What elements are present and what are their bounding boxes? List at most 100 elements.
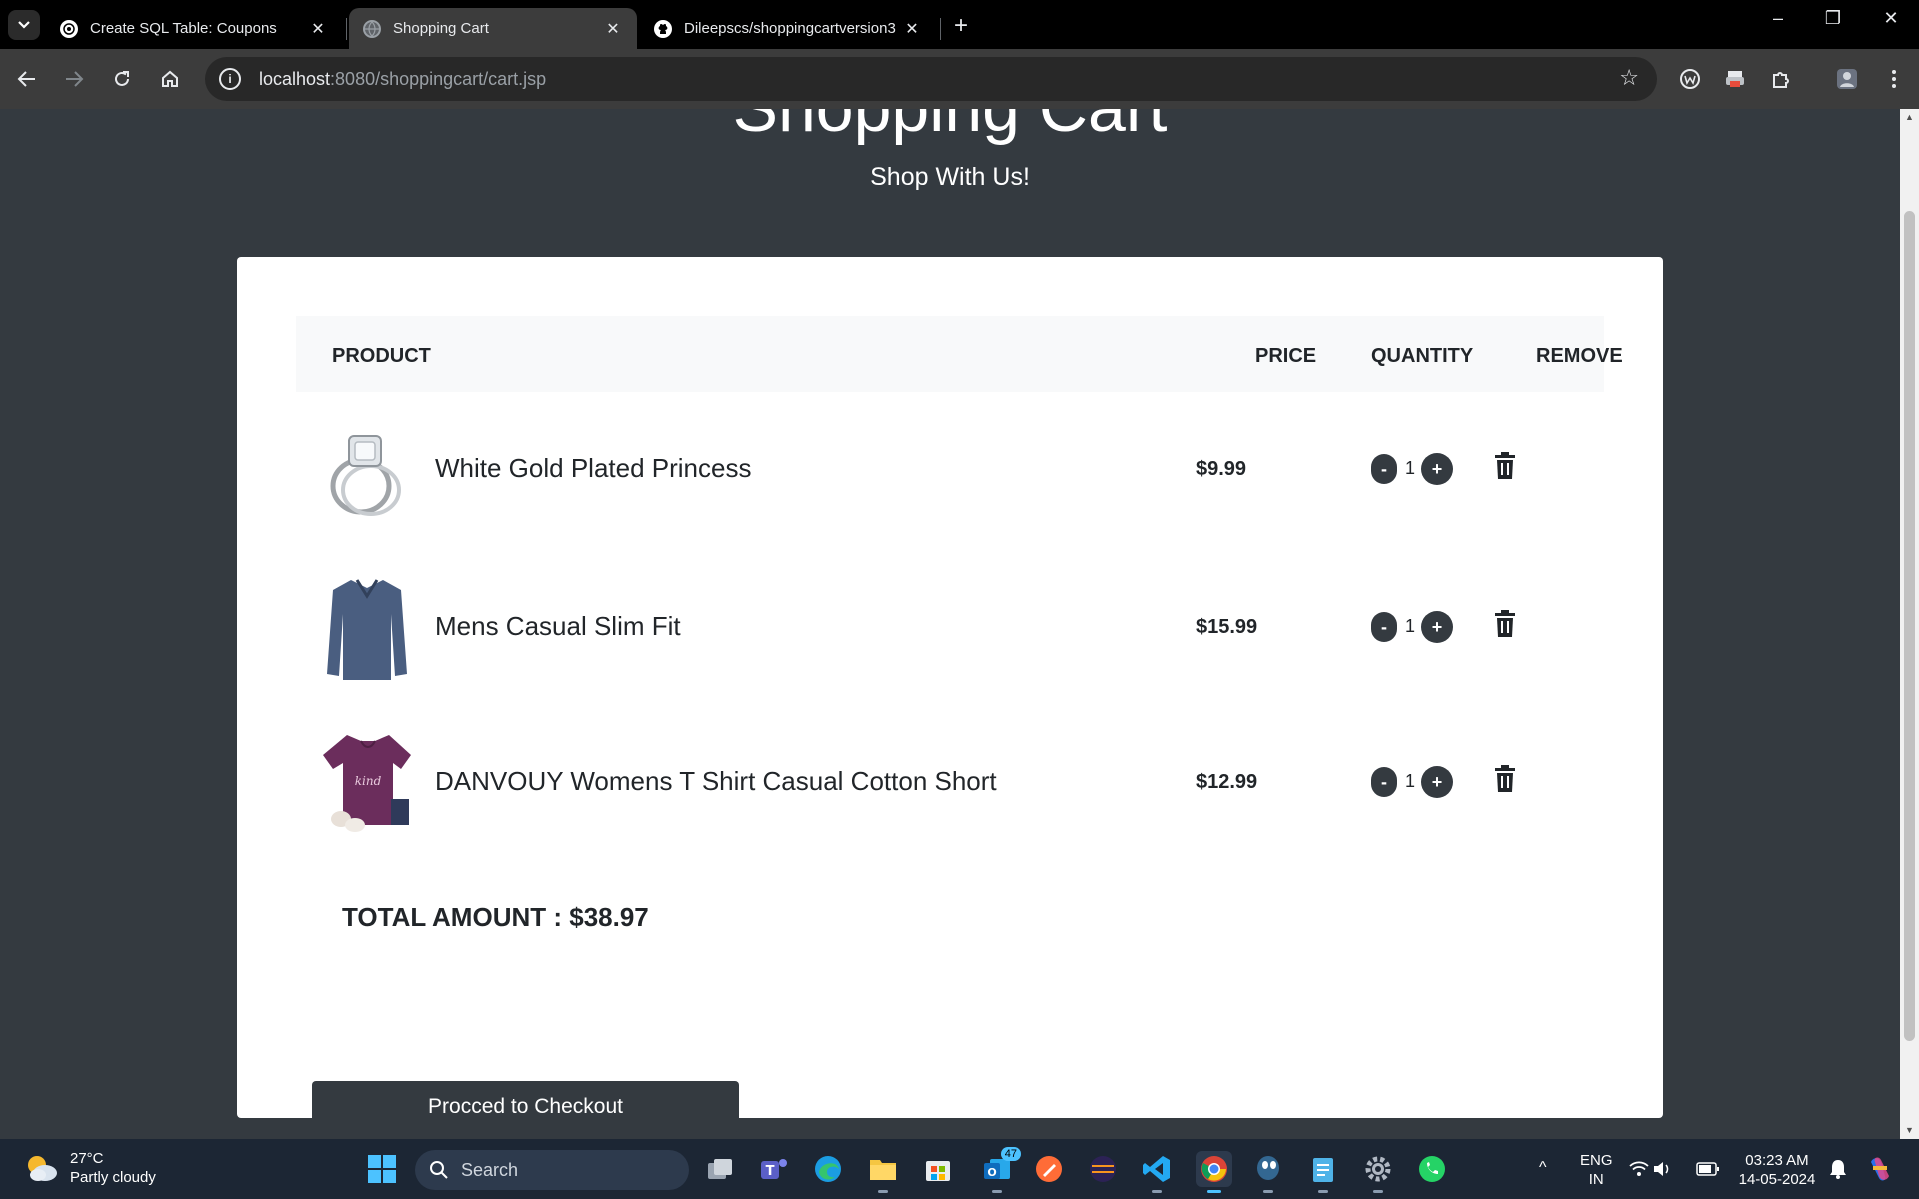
windows-start-icon[interactable]	[364, 1151, 400, 1187]
os-taskbar: 27°C Partly cloudy Search T O 47 ^ ENG I…	[0, 1139, 1919, 1199]
outlook-mail-icon[interactable]: O 47	[979, 1147, 1021, 1193]
menu-kebab-icon[interactable]	[1876, 61, 1912, 97]
quantity-decrease-button[interactable]: -	[1371, 612, 1397, 642]
weather-widget[interactable]: 27°C Partly cloudy	[24, 1149, 156, 1187]
cart-row: kind DANVOUY Womens T Shirt Casual Cotto…	[296, 718, 1604, 848]
bookmark-star-icon[interactable]: ☆	[1619, 65, 1639, 91]
settings-gear-icon[interactable]	[1360, 1151, 1396, 1193]
search-label: Search	[461, 1159, 519, 1180]
tab-title: Shopping Cart	[393, 20, 489, 37]
extensions-puzzle-icon[interactable]	[1763, 61, 1799, 97]
system-clock[interactable]: 03:23 AM 14-05-2024	[1732, 1151, 1822, 1189]
running-indicator	[1263, 1190, 1273, 1193]
scroll-down-arrow-icon[interactable]: ▼	[1904, 1125, 1915, 1135]
checkout-button[interactable]: Procced to Checkout	[312, 1081, 739, 1132]
show-hidden-icons-icon[interactable]: ^	[1539, 1158, 1547, 1177]
extension-w-icon[interactable]	[1672, 61, 1708, 97]
wifi-icon[interactable]	[1629, 1151, 1649, 1187]
scroll-up-arrow-icon[interactable]: ▲	[1904, 112, 1915, 122]
home-icon[interactable]	[152, 61, 188, 97]
microsoft-store-icon[interactable]	[920, 1151, 956, 1187]
tab-search-button[interactable]	[8, 10, 40, 40]
quantity-value: 1	[1405, 616, 1416, 636]
quantity-decrease-button[interactable]: -	[1371, 454, 1397, 484]
scroll-thumb[interactable]	[1904, 211, 1915, 1041]
product-name[interactable]: Mens Casual Slim Fit	[435, 611, 681, 642]
file-explorer-icon[interactable]	[865, 1151, 901, 1193]
product-name[interactable]: DANVOUY Womens T Shirt Casual Cotton Sho…	[435, 766, 997, 797]
product-price: $15.99	[1196, 616, 1258, 638]
weather-desc: Partly cloudy	[70, 1169, 156, 1186]
tab-title: Create SQL Table: Coupons	[90, 20, 277, 37]
copilot-icon[interactable]	[1862, 1151, 1898, 1187]
notepad-icon[interactable]	[1305, 1151, 1341, 1193]
quantity-increase-button[interactable]: +	[1421, 453, 1453, 485]
weather-temp: 27°C	[70, 1150, 104, 1167]
extension-printer-icon[interactable]	[1717, 61, 1753, 97]
globe-icon	[363, 19, 381, 38]
forward-arrow-icon[interactable]	[56, 61, 92, 97]
chevron-down-icon	[18, 21, 30, 29]
header-price: PRICE	[1255, 345, 1317, 367]
page-viewport: Shopping Cart Shop With Us! PRODUCT PRIC…	[0, 109, 1900, 1139]
taskbar-search[interactable]: Search	[415, 1150, 689, 1190]
browser-toolbar: i localhost:8080/shoppingcart/cart.jsp ☆	[0, 49, 1919, 109]
tshirt-product-image: kind	[321, 729, 413, 837]
teams-icon[interactable]: T	[756, 1151, 792, 1187]
page-title: Shopping Cart	[0, 109, 1900, 147]
svg-text:kind: kind	[355, 774, 382, 788]
restore-icon[interactable]: ❐	[1813, 8, 1853, 29]
quantity-increase-button[interactable]: +	[1421, 766, 1453, 798]
github-icon	[654, 19, 672, 38]
language-indicator[interactable]: ENG IN	[1580, 1151, 1613, 1189]
tab-github-repo[interactable]: Dileepscs/shoppingcartversion3 ✕	[640, 8, 936, 49]
running-indicator	[1207, 1190, 1221, 1193]
task-view-icon[interactable]	[702, 1151, 738, 1187]
trash-icon[interactable]	[1493, 610, 1517, 638]
new-tab-plus-icon[interactable]: +	[948, 12, 974, 40]
chatgpt-favicon-icon	[60, 19, 78, 38]
postman-icon[interactable]	[1031, 1151, 1067, 1187]
tab-title: Dileepscs/shoppingcartversion3	[684, 20, 896, 37]
trash-icon[interactable]	[1493, 452, 1517, 480]
tab-divider	[346, 18, 347, 40]
page-scrollbar[interactable]: ▲ ▼	[1900, 109, 1919, 1139]
window-close-icon[interactable]: ✕	[1871, 8, 1911, 29]
trash-icon[interactable]	[1493, 765, 1517, 793]
cart-row: White Gold Plated Princess $9.99 - 1 +	[296, 405, 1604, 535]
ring-product-image	[321, 416, 413, 524]
quantity-increase-button[interactable]: +	[1421, 611, 1453, 643]
chrome-icon[interactable]	[1196, 1151, 1232, 1193]
quantity-value: 1	[1405, 458, 1416, 478]
edge-browser-icon[interactable]	[810, 1151, 846, 1187]
minimize-icon[interactable]: –	[1758, 8, 1798, 29]
search-icon	[430, 1161, 448, 1179]
eclipse-ide-icon[interactable]	[1085, 1151, 1121, 1187]
vscode-icon[interactable]	[1139, 1151, 1175, 1193]
battery-icon[interactable]	[1696, 1151, 1720, 1187]
tab-shopping-cart[interactable]: Shopping Cart ✕	[349, 8, 637, 49]
close-icon[interactable]: ✕	[308, 19, 328, 39]
reload-icon[interactable]	[104, 61, 140, 97]
address-bar[interactable]: i localhost:8080/shoppingcart/cart.jsp ☆	[205, 57, 1657, 101]
url-text[interactable]: localhost:8080/shoppingcart/cart.jsp	[259, 69, 546, 90]
site-info-icon[interactable]: i	[219, 68, 241, 90]
tab-sql-coupons[interactable]: Create SQL Table: Coupons ✕	[46, 8, 342, 49]
product-name[interactable]: White Gold Plated Princess	[435, 453, 751, 484]
cart-card: PRODUCT PRICE QUANTITY REMOVE White Gold…	[237, 257, 1663, 1132]
volume-icon[interactable]	[1652, 1151, 1672, 1187]
header-product: PRODUCT	[332, 345, 431, 367]
quantity-decrease-button[interactable]: -	[1371, 767, 1397, 797]
close-icon[interactable]: ✕	[603, 19, 623, 39]
tab-divider	[940, 18, 941, 40]
close-icon[interactable]: ✕	[902, 19, 922, 39]
notification-bell-icon[interactable]	[1828, 1151, 1848, 1187]
profile-avatar-icon[interactable]	[1829, 61, 1865, 97]
running-indicator	[992, 1190, 1002, 1193]
page-subtitle: Shop With Us!	[870, 163, 1030, 191]
partly-cloudy-icon	[28, 1156, 57, 1181]
quantity-value: 1	[1405, 771, 1416, 791]
back-arrow-icon[interactable]	[9, 61, 45, 97]
postgresql-icon[interactable]	[1250, 1151, 1286, 1193]
whatsapp-icon[interactable]	[1414, 1151, 1450, 1187]
